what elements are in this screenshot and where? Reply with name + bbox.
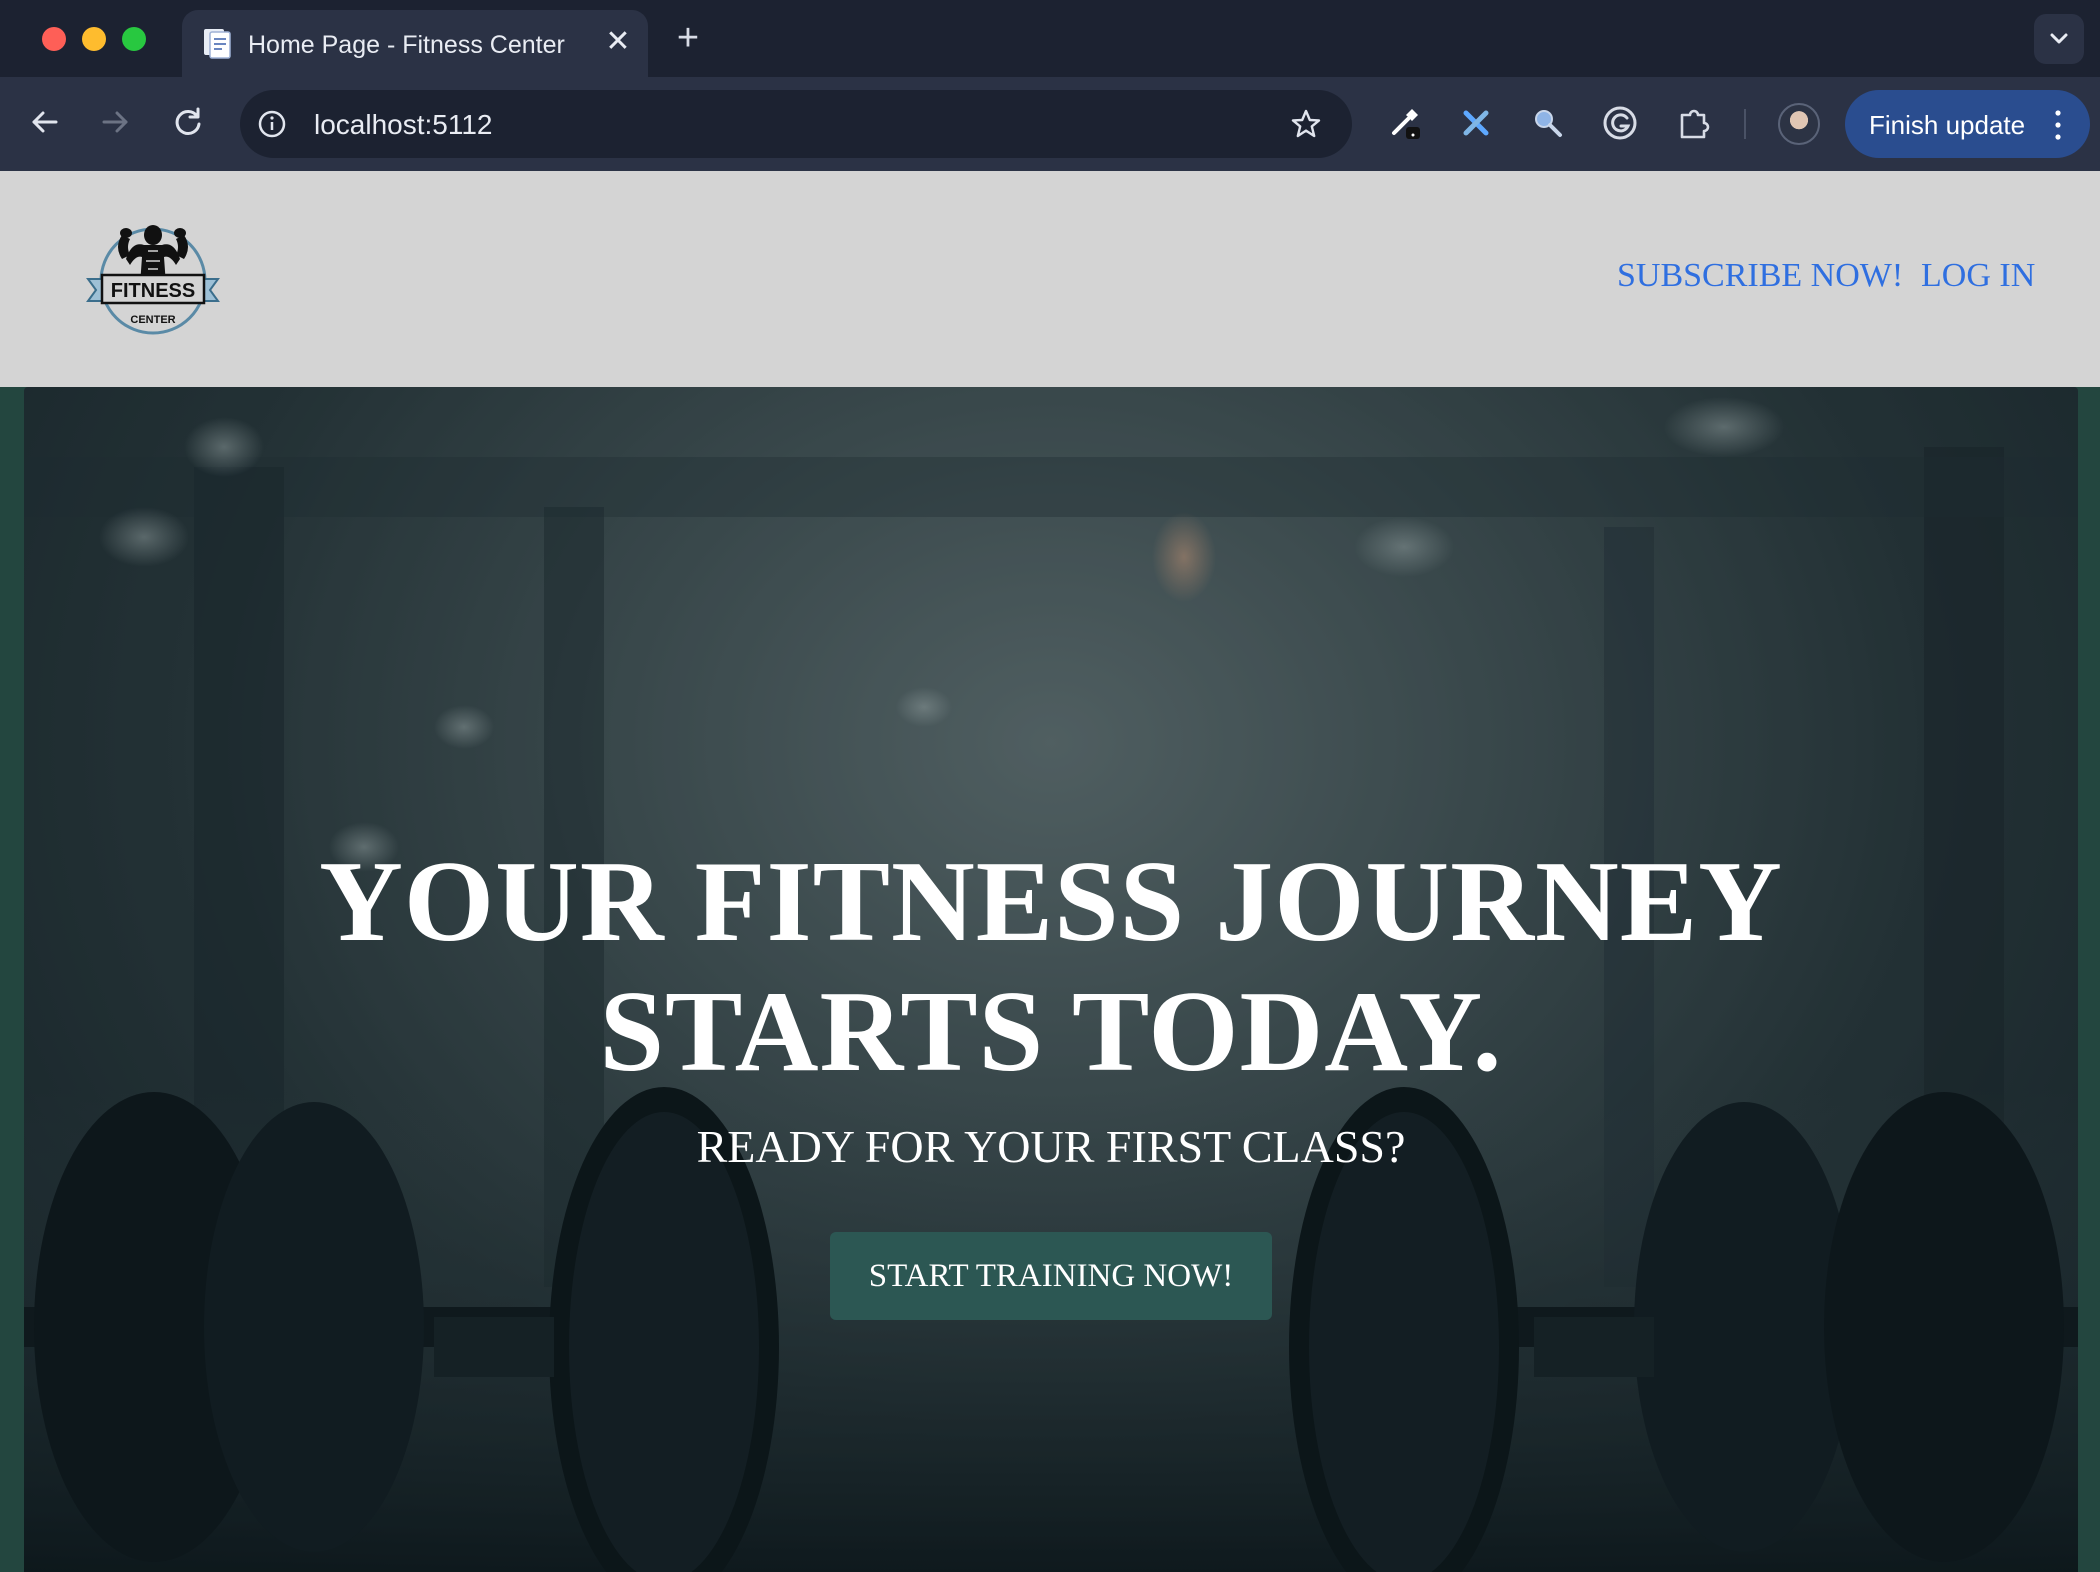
browser-tab[interactable]: Home Page - Fitness Center ✕ <box>182 10 648 77</box>
reload-icon[interactable] <box>165 99 211 145</box>
maximize-window-button[interactable] <box>122 27 146 51</box>
tab-search-button[interactable] <box>2034 14 2084 64</box>
puzzle-icon[interactable] <box>1676 105 1712 141</box>
search-extension-icon[interactable] <box>1530 105 1566 141</box>
back-icon[interactable] <box>22 99 68 145</box>
minimize-window-button[interactable] <box>82 27 106 51</box>
toolbar-separator <box>1744 109 1746 139</box>
tab-title: Home Page - Fitness Center <box>248 31 565 59</box>
hero-title-line-1: YOUR FITNESS JOURNEY <box>319 838 1783 966</box>
browser-tab-bar: Home Page - Fitness Center ✕ + <box>0 0 2100 77</box>
eyedropper-icon[interactable] <box>1386 105 1422 141</box>
hero-subtitle: READY FOR YOUR FIRST CLASS? <box>696 1121 1406 1172</box>
new-tab-button[interactable]: + <box>668 18 708 58</box>
grammarly-icon[interactable] <box>1602 105 1638 141</box>
web-page: FITNESS CENTER SUBSCRIBE NOW! LOG IN YOU… <box>0 171 2100 1572</box>
chevron-down-icon <box>2050 33 2068 44</box>
fitness-center-logo[interactable]: FITNESS CENTER <box>86 211 220 341</box>
document-icon <box>204 29 231 59</box>
address-bar[interactable]: localhost:5112 <box>240 90 1352 158</box>
tools-icon[interactable] <box>1458 105 1494 141</box>
start-training-button[interactable]: START TRAINING NOW! <box>830 1232 1272 1320</box>
close-tab-icon[interactable]: ✕ <box>600 24 636 60</box>
nav-login-link[interactable]: LOG IN <box>1921 257 2035 295</box>
finish-update-label: Finish update <box>1869 110 2026 140</box>
hero-title-line-2: STARTS TODAY. <box>599 968 1503 1096</box>
logo-text-fitness: FITNESS <box>111 280 195 302</box>
more-vert-icon <box>2055 110 2061 140</box>
close-window-button[interactable] <box>42 27 66 51</box>
bookmark-star-icon[interactable] <box>1290 108 1322 140</box>
browser-toolbar: localhost:5112 Finish update <box>0 77 2100 171</box>
profile-avatar[interactable] <box>1778 103 1820 145</box>
site-info-icon[interactable] <box>258 110 286 138</box>
forward-icon[interactable] <box>92 99 138 145</box>
logo-text-center: CENTER <box>130 314 175 326</box>
hero-title: YOUR FITNESS JOURNEY STARTS TODAY. <box>24 837 2078 1097</box>
nav-subscribe-link[interactable]: SUBSCRIBE NOW! <box>1617 257 1903 295</box>
finish-update-button[interactable]: Finish update <box>1845 90 2090 158</box>
hero-section: YOUR FITNESS JOURNEY STARTS TODAY. READY… <box>24 387 2078 1572</box>
site-header: FITNESS CENTER SUBSCRIBE NOW! LOG IN <box>0 171 2100 387</box>
url-text[interactable]: localhost:5112 <box>314 109 493 141</box>
